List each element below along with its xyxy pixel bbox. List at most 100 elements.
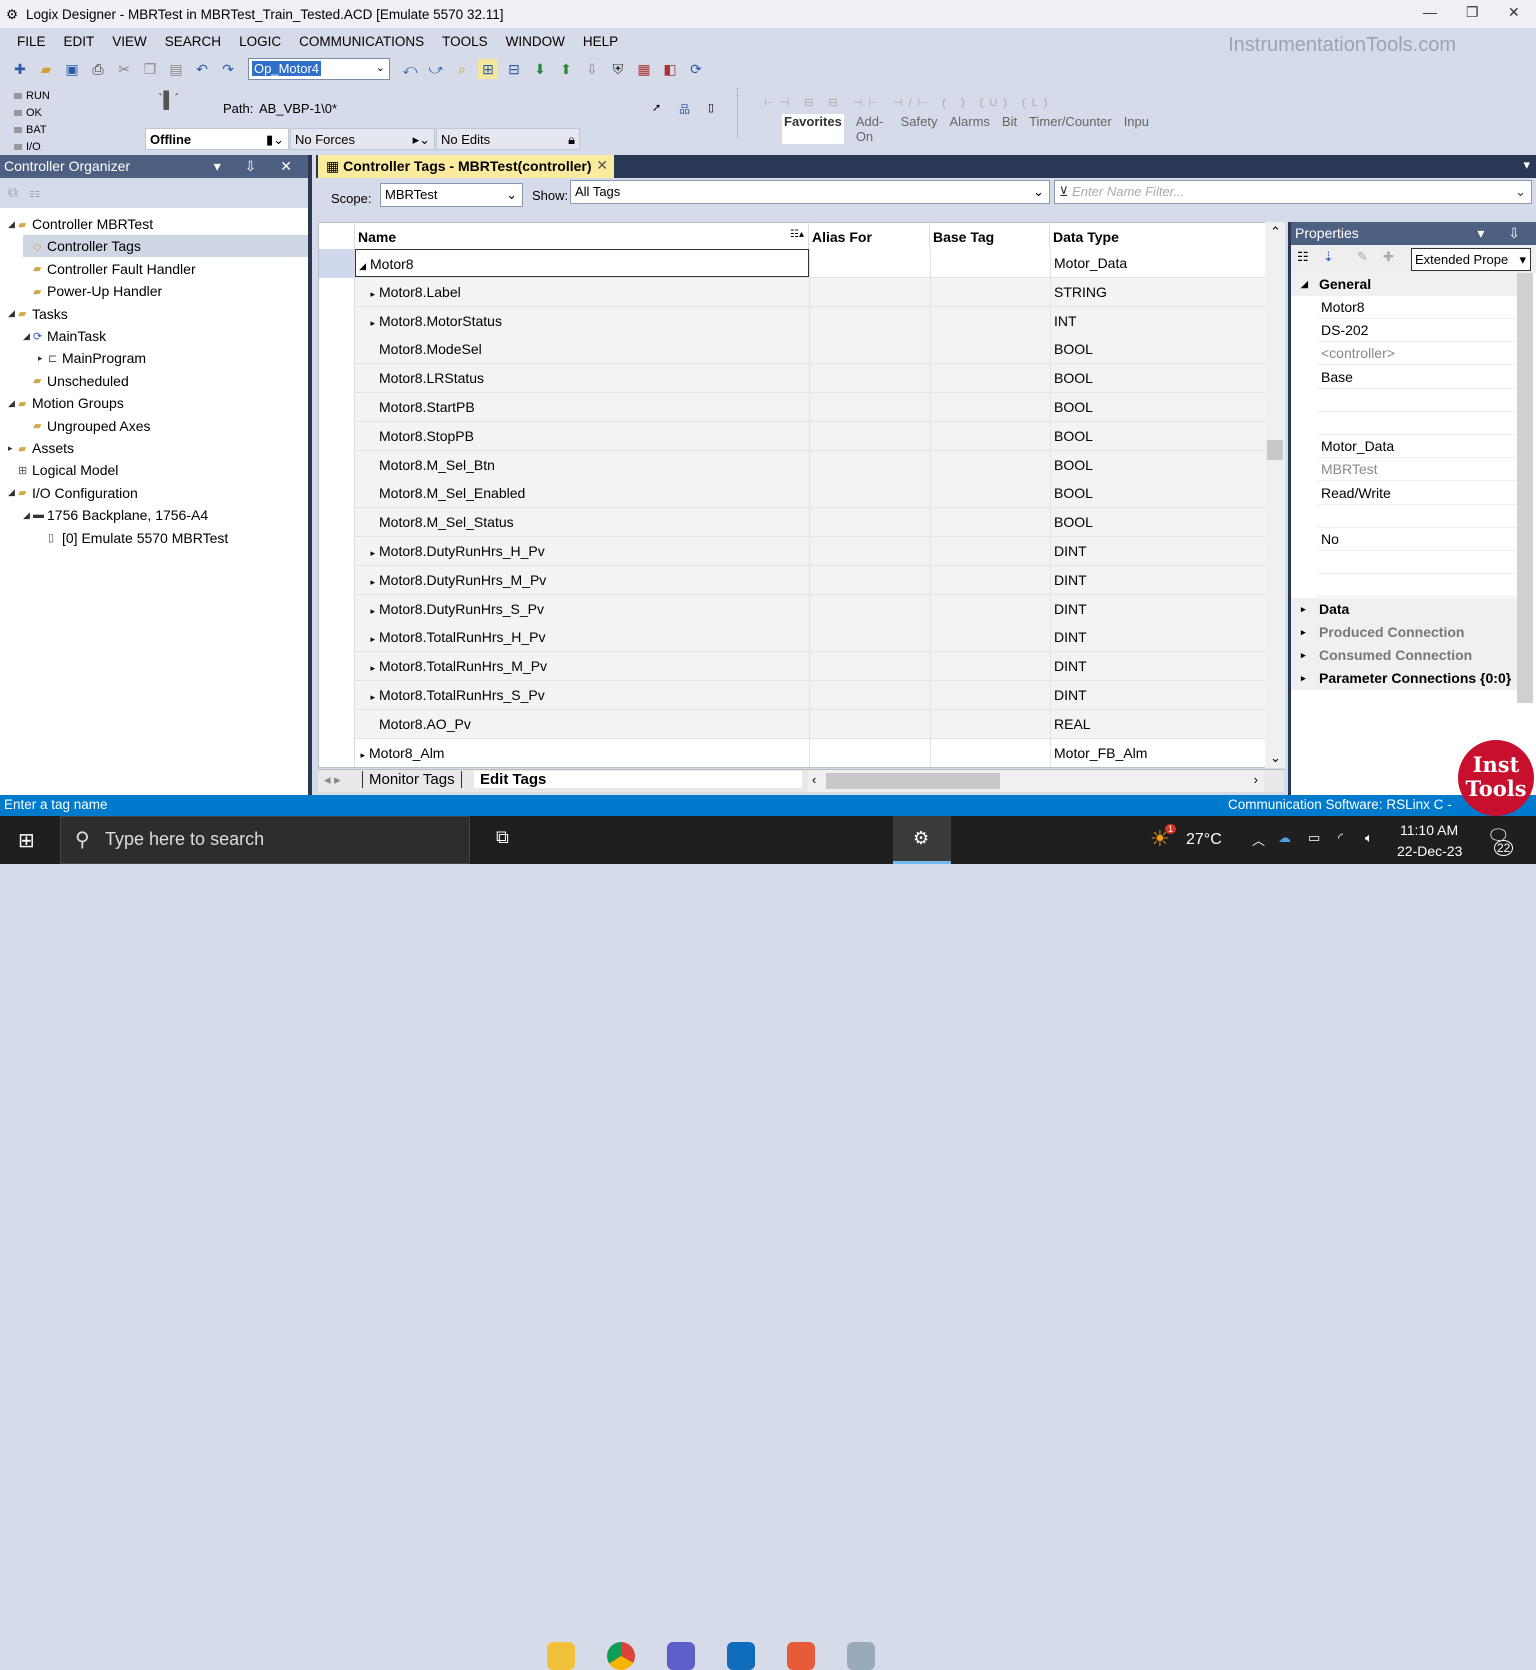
table-row[interactable]: ▸ Motor8.MotorStatus INT	[319, 306, 1266, 336]
base-tag-cell[interactable]	[930, 249, 1050, 277]
row-header[interactable]	[319, 738, 355, 767]
row-header[interactable]	[319, 565, 355, 595]
paint-icon[interactable]	[847, 1642, 875, 1670]
base-tag-cell[interactable]	[930, 335, 1050, 364]
row-header[interactable]	[319, 479, 355, 509]
tab-controller-tags[interactable]: ▦ Controller Tags - MBRTest(controller) ✕	[318, 155, 614, 178]
expand-toggle-icon[interactable]: ◢	[23, 510, 33, 521]
base-tag-cell[interactable]	[930, 479, 1050, 508]
ladder-instructions[interactable]: ⊢⊣ ⊟ ⊟ ⊣⊢ ⊣/⊢ ( ) (U) (L)	[764, 96, 1053, 109]
table-row[interactable]: Motor8.StopPB BOOL	[319, 421, 1266, 451]
download-icon[interactable]: ⬇	[530, 59, 550, 79]
alias-for-cell[interactable]	[809, 306, 930, 335]
tree-item[interactable]: ◢ ▬ 1756 Backplane, 1756-A4	[23, 504, 308, 526]
copy-icon[interactable]: ❐	[140, 59, 160, 79]
expand-icon[interactable]: ▸	[1301, 673, 1306, 684]
expand-toggle-icon[interactable]: ▸	[355, 663, 379, 674]
tag-name-cell[interactable]: ▸ Motor8.DutyRunHrs_S_Pv	[355, 594, 809, 623]
tab-monitor-tags[interactable]: Monitor Tags	[362, 771, 462, 788]
expand-toggle-icon[interactable]: ▸	[355, 750, 369, 761]
forces-dropdown[interactable]: No Forces ▸⌄	[290, 128, 435, 150]
name-filter-input[interactable]: ⊻ Enter Name Filter... ⌄	[1054, 180, 1532, 204]
base-tag-cell[interactable]	[930, 306, 1050, 335]
row-header[interactable]	[319, 335, 355, 365]
row-header[interactable]	[319, 450, 355, 480]
tree-item[interactable]: ▸ ⊏ MainProgram	[38, 347, 308, 369]
table-row[interactable]: ▸ Motor8.DutyRunHrs_M_Pv DINT	[319, 565, 1266, 595]
collapse-icon[interactable]: ⧉	[8, 184, 18, 200]
mode-dropdown[interactable]: Offline ▮⌄	[145, 128, 289, 150]
alias-for-cell[interactable]	[809, 277, 930, 306]
table-row[interactable]: ▸ Motor8.TotalRunHrs_S_Pv DINT	[319, 681, 1266, 710]
base-tag-cell[interactable]	[930, 594, 1050, 623]
tree-item[interactable]: ▰ Power-Up Handler	[23, 280, 308, 302]
row-header[interactable]	[319, 594, 355, 624]
tag-name-cell[interactable]: ▸ Motor8.DutyRunHrs_M_Pv	[355, 565, 809, 594]
tree-item[interactable]: ⊞ Logical Model	[8, 459, 308, 481]
menu-help[interactable]: HELP	[574, 34, 627, 49]
expand-toggle-icon[interactable]: ◢	[8, 219, 18, 230]
base-tag-cell[interactable]	[930, 738, 1050, 767]
edits-dropdown[interactable]: No Edits 🔒︎	[436, 128, 580, 150]
table-row[interactable]: ▸ Motor8.TotalRunHrs_M_Pv DINT	[319, 652, 1266, 682]
tree-item[interactable]: ◢ ▰ I/O Configuration	[8, 482, 308, 504]
categorized-icon[interactable]: ☷	[1297, 249, 1309, 265]
data-type-cell[interactable]: Motor_FB_Alm	[1050, 738, 1266, 767]
task-view-icon[interactable]: ⧉	[496, 827, 509, 848]
data-type-cell[interactable]: DINT	[1050, 652, 1266, 681]
tag-name-cell[interactable]: Motor8.AO_Pv	[355, 709, 809, 738]
restore-button[interactable]: ❐	[1466, 4, 1479, 21]
open-icon[interactable]: ▰	[36, 59, 56, 79]
property-category[interactable]: ▸ Consumed Connection	[1291, 644, 1517, 667]
new-icon[interactable]: ✚	[10, 59, 30, 79]
row-header[interactable]	[319, 681, 355, 710]
refresh-icon[interactable]: ⟳	[686, 59, 706, 79]
alias-for-cell[interactable]	[809, 508, 930, 537]
row-header[interactable]	[319, 393, 355, 422]
property-value[interactable]	[1317, 412, 1517, 435]
tab-safety[interactable]: Safety	[901, 114, 938, 144]
menu-tools[interactable]: TOOLS	[433, 34, 497, 49]
alias-for-cell[interactable]	[809, 393, 930, 421]
controller-icon[interactable]: ▯	[708, 101, 714, 114]
go-back-icon[interactable]: ⤺	[400, 59, 420, 79]
tag-name-cell[interactable]: Motor8.M_Sel_Status	[355, 508, 809, 537]
undo-icon[interactable]: ↶	[192, 59, 212, 79]
row-header[interactable]	[319, 709, 355, 739]
tab-edit-tags[interactable]: Edit Tags	[474, 771, 802, 788]
table-row[interactable]: ▸ Motor8.TotalRunHrs_H_Pv DINT	[319, 623, 1266, 653]
tree-item[interactable]: ▰ Unscheduled	[23, 370, 308, 392]
table-row[interactable]: ▸ Motor8_Alm Motor_FB_Alm	[319, 738, 1266, 767]
row-header[interactable]	[319, 421, 355, 451]
table-row[interactable]: Motor8.M_Sel_Enabled BOOL	[319, 479, 1266, 509]
teams-icon[interactable]	[667, 1642, 695, 1670]
table-row[interactable]: ◢ Motor8 Motor_Data	[319, 249, 1266, 278]
expand-icon[interactable]: ▸	[1301, 604, 1306, 615]
security-icon[interactable]: ⛨	[608, 59, 628, 79]
redo-icon[interactable]: ↷	[218, 59, 238, 79]
close-tab-icon[interactable]: ✕	[596, 157, 608, 174]
alias-for-cell[interactable]	[809, 249, 930, 277]
base-tag-cell[interactable]	[930, 709, 1050, 738]
expand-toggle-icon[interactable]: ▸	[355, 577, 379, 588]
property-value[interactable]: No	[1317, 528, 1517, 551]
upload-icon[interactable]: ⬆	[556, 59, 576, 79]
scope-select[interactable]: MBRTest ⌄	[380, 183, 523, 207]
table-row[interactable]: Motor8.M_Sel_Status BOOL	[319, 508, 1266, 538]
table-row[interactable]: Motor8.StartPB BOOL	[319, 393, 1266, 422]
expand-toggle-icon[interactable]: ◢	[8, 308, 18, 319]
row-header[interactable]	[319, 277, 355, 307]
tab-timer-counter[interactable]: Timer/Counter	[1029, 114, 1112, 144]
menu-search[interactable]: SEARCH	[156, 34, 230, 49]
tag-name-cell[interactable]: ▸ Motor8.Label	[355, 277, 809, 306]
tag-name-cell[interactable]: Motor8.M_Sel_Btn	[355, 450, 809, 479]
show-select[interactable]: All Tags ⌄	[570, 180, 1050, 204]
collapse-icon[interactable]: ◢	[1301, 279, 1308, 290]
data-type-cell[interactable]: DINT	[1050, 623, 1266, 652]
grid-vertical-scrollbar[interactable]: ⌃ ⌄	[1265, 222, 1285, 768]
expand-toggle-icon[interactable]: ▸	[355, 548, 379, 559]
table-row[interactable]: Motor8.LRStatus BOOL	[319, 364, 1266, 394]
find-icon[interactable]: ⌕	[452, 59, 472, 79]
base-tag-cell[interactable]	[930, 364, 1050, 393]
data-type-cell[interactable]: BOOL	[1050, 421, 1266, 450]
